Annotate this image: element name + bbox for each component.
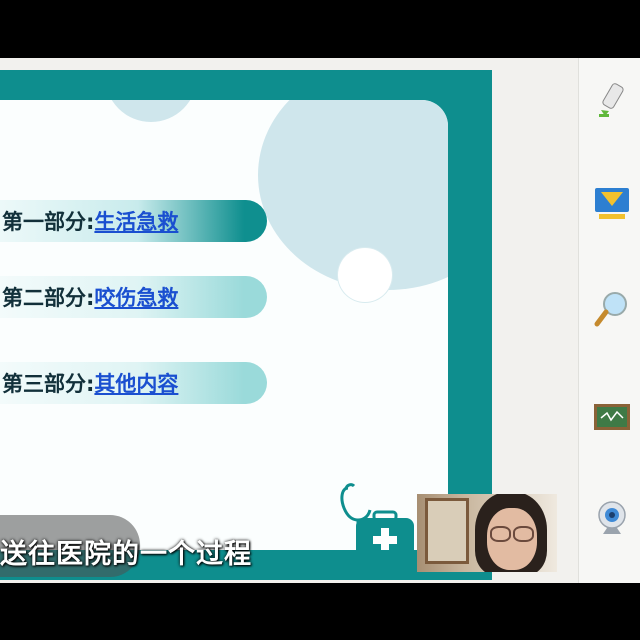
agenda-item-1[interactable]: 第一部分: 生活急救 [0, 200, 267, 242]
agenda-link[interactable]: 咬伤急救 [94, 282, 178, 312]
webcam-preview[interactable] [417, 494, 557, 572]
webcam-window [425, 498, 469, 564]
agenda-item-2[interactable]: 第二部分: 咬伤急救 [0, 276, 267, 318]
chalkboard-icon[interactable] [593, 398, 631, 436]
decor-circle [105, 100, 197, 122]
glasses [490, 526, 511, 542]
medical-kit-icon [340, 483, 414, 550]
slide-content: 第一部分: 生活急救 第二部分: 咬伤急救 第三部分: 其他内容 [0, 100, 448, 550]
agenda-prefix: 第三部分: [2, 372, 95, 396]
agenda-link[interactable]: 生活急救 [94, 206, 178, 236]
agenda-link[interactable]: 其他内容 [94, 368, 178, 398]
presentation-icon[interactable] [593, 186, 631, 224]
webcam-icon[interactable] [593, 500, 631, 538]
decor-circle [338, 248, 392, 302]
video-subtitle: 送往医院的一个过程 [0, 539, 252, 570]
magnifier-icon[interactable] [593, 290, 631, 328]
glasses [513, 526, 534, 542]
pen-icon[interactable] [593, 80, 631, 118]
side-toolbar [578, 58, 640, 583]
agenda-item-3[interactable]: 第三部分: 其他内容 [0, 362, 267, 404]
agenda-prefix: 第二部分: [2, 286, 95, 310]
agenda-prefix: 第一部分: [2, 210, 95, 234]
